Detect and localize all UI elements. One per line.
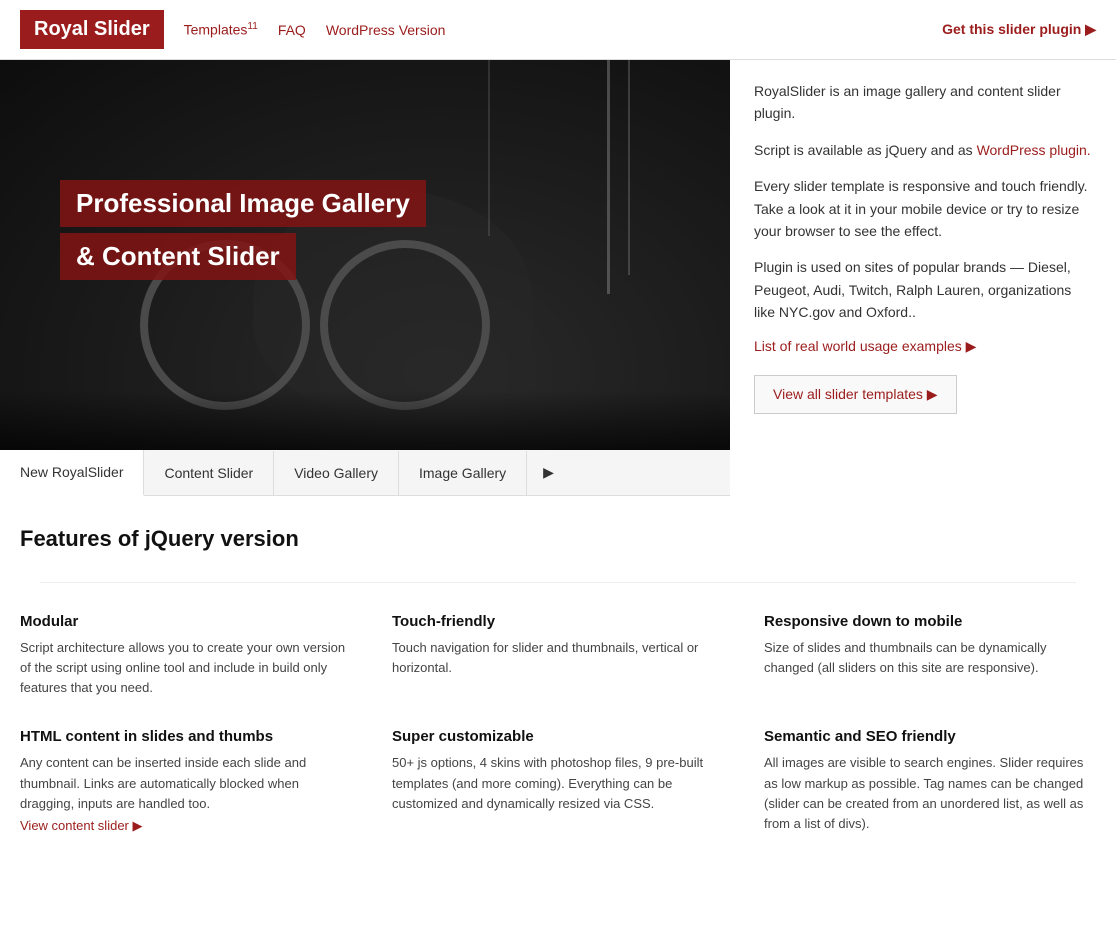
get-plugin-link[interactable]: Get this slider plugin ▶ <box>942 21 1096 38</box>
feature-customizable-name: Super customizable <box>392 728 724 745</box>
feature-touch-friendly: Touch-friendly Touch navigation for slid… <box>392 613 724 698</box>
feature-seo-name: Semantic and SEO friendly <box>764 728 1096 745</box>
info-para2: Script is available as jQuery and as Wor… <box>754 139 1092 161</box>
feature-modular-desc: Script architecture allows you to create… <box>20 638 352 698</box>
features-grid: Modular Script architecture allows you t… <box>20 613 1096 854</box>
slider-tabs: New RoyalSlider Content Slider Video Gal… <box>0 450 730 496</box>
list-usage-link[interactable]: List of real world usage examples ▶ <box>754 338 1092 355</box>
main-nav: Templates11 FAQ WordPress Version <box>184 21 943 38</box>
templates-badge: 11 <box>247 21 257 32</box>
features-title: Features of jQuery version <box>20 526 1096 552</box>
lamp-post-decoration <box>628 60 630 275</box>
nav-templates[interactable]: Templates11 <box>184 21 258 38</box>
caption-line1: Professional Image Gallery <box>60 180 426 227</box>
slider-caption: Professional Image Gallery & Content Sli… <box>60 180 426 286</box>
feature-touch-desc: Touch navigation for slider and thumbnai… <box>392 638 724 678</box>
tab-image-gallery[interactable]: Image Gallery <box>399 451 527 495</box>
divider <box>40 582 1076 583</box>
feature-responsive-desc: Size of slides and thumbnails can be dyn… <box>764 638 1096 678</box>
lamp-post2-decoration <box>488 60 490 236</box>
tab-video-gallery[interactable]: Video Gallery <box>274 451 399 495</box>
view-templates-button[interactable]: View all slider templates ▶ <box>754 375 957 414</box>
info-para4: Plugin is used on sites of popular brand… <box>754 256 1092 323</box>
nav-faq[interactable]: FAQ <box>278 22 306 38</box>
slider-container[interactable]: Professional Image Gallery & Content Sli… <box>0 60 730 450</box>
header: Royal Slider Templates11 FAQ WordPress V… <box>0 0 1116 60</box>
main-content: Professional Image Gallery & Content Sli… <box>0 60 1116 496</box>
tab-content-slider[interactable]: Content Slider <box>144 451 274 495</box>
feature-customizable-desc: 50+ js options, 4 skins with photoshop f… <box>392 753 724 813</box>
feature-responsive: Responsive down to mobile Size of slides… <box>764 613 1096 698</box>
feature-customizable: Super customizable 50+ js options, 4 ski… <box>392 728 724 834</box>
features-section: Features of jQuery version Modular Scrip… <box>0 496 1116 874</box>
feature-modular-name: Modular <box>20 613 352 630</box>
feature-html-desc: Any content can be inserted inside each … <box>20 753 352 813</box>
caption-line2: & Content Slider <box>60 233 296 280</box>
slider-section: Professional Image Gallery & Content Sli… <box>0 60 730 496</box>
feature-responsive-name: Responsive down to mobile <box>764 613 1096 630</box>
ground-gradient <box>0 390 730 450</box>
nav-wordpress[interactable]: WordPress Version <box>326 22 446 38</box>
feature-seo-desc: All images are visible to search engines… <box>764 753 1096 834</box>
feature-modular: Modular Script architecture allows you t… <box>20 613 352 698</box>
tabs-arrow[interactable]: ▶ <box>527 450 570 495</box>
info-para1: RoyalSlider is an image gallery and cont… <box>754 80 1092 125</box>
logo[interactable]: Royal Slider <box>20 10 164 49</box>
feature-touch-name: Touch-friendly <box>392 613 724 630</box>
info-panel: RoyalSlider is an image gallery and cont… <box>730 60 1116 496</box>
feature-html-content: HTML content in slides and thumbs Any co… <box>20 728 352 834</box>
info-para3: Every slider template is responsive and … <box>754 175 1092 242</box>
feature-html-name: HTML content in slides and thumbs <box>20 728 352 745</box>
tab-new-royalslider[interactable]: New RoyalSlider <box>0 450 144 496</box>
view-content-slider-link[interactable]: View content slider ▶ <box>20 818 142 834</box>
wordpress-plugin-link[interactable]: WordPress plugin. <box>977 142 1091 158</box>
feature-seo: Semantic and SEO friendly All images are… <box>764 728 1096 834</box>
